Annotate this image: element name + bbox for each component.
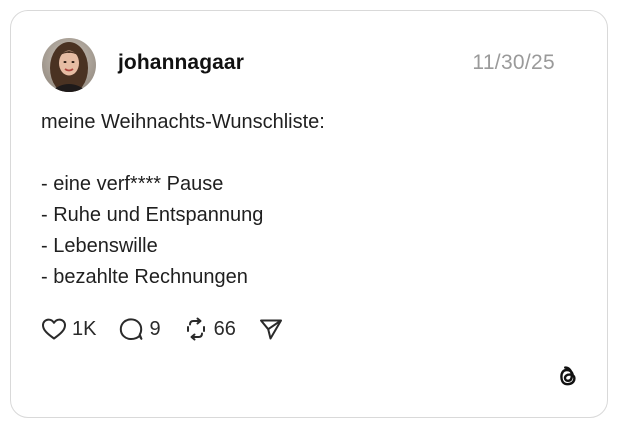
heart-icon [41, 317, 67, 341]
repost-count: 66 [213, 317, 236, 340]
reply-count: 9 [149, 317, 161, 340]
action-bar: 1K 9 66 [41, 314, 311, 344]
post-text-line [41, 138, 561, 169]
post-date: 11/30/25 [472, 51, 555, 74]
username[interactable]: johannagaar [118, 51, 244, 75]
avatar[interactable] [42, 38, 96, 92]
post-text-line: - Lebenswille [41, 235, 158, 257]
repost-button[interactable]: 66 [183, 317, 236, 341]
post-text-line: - eine verf**** Pause [41, 173, 224, 195]
like-button[interactable]: 1K [41, 317, 96, 341]
post-text-line: meine Weihnachts-Wunschliste: [41, 111, 325, 133]
threads-logo-icon [552, 362, 582, 392]
repost-icon [183, 317, 209, 341]
post-text-line: - Ruhe und Entspannung [41, 204, 264, 226]
reply-button[interactable]: 9 [118, 317, 161, 341]
send-icon [258, 317, 284, 341]
post-text: meine Weihnachts-Wunschliste: - eine ver… [41, 107, 561, 293]
post-card: johannagaar 11/30/25 meine Weihnachts-Wu… [10, 10, 608, 418]
comment-icon [118, 317, 144, 341]
post-text-line: - bezahlte Rechnungen [41, 266, 248, 288]
avatar-photo [42, 38, 96, 92]
share-button[interactable] [258, 317, 289, 341]
like-count: 1K [72, 317, 97, 340]
